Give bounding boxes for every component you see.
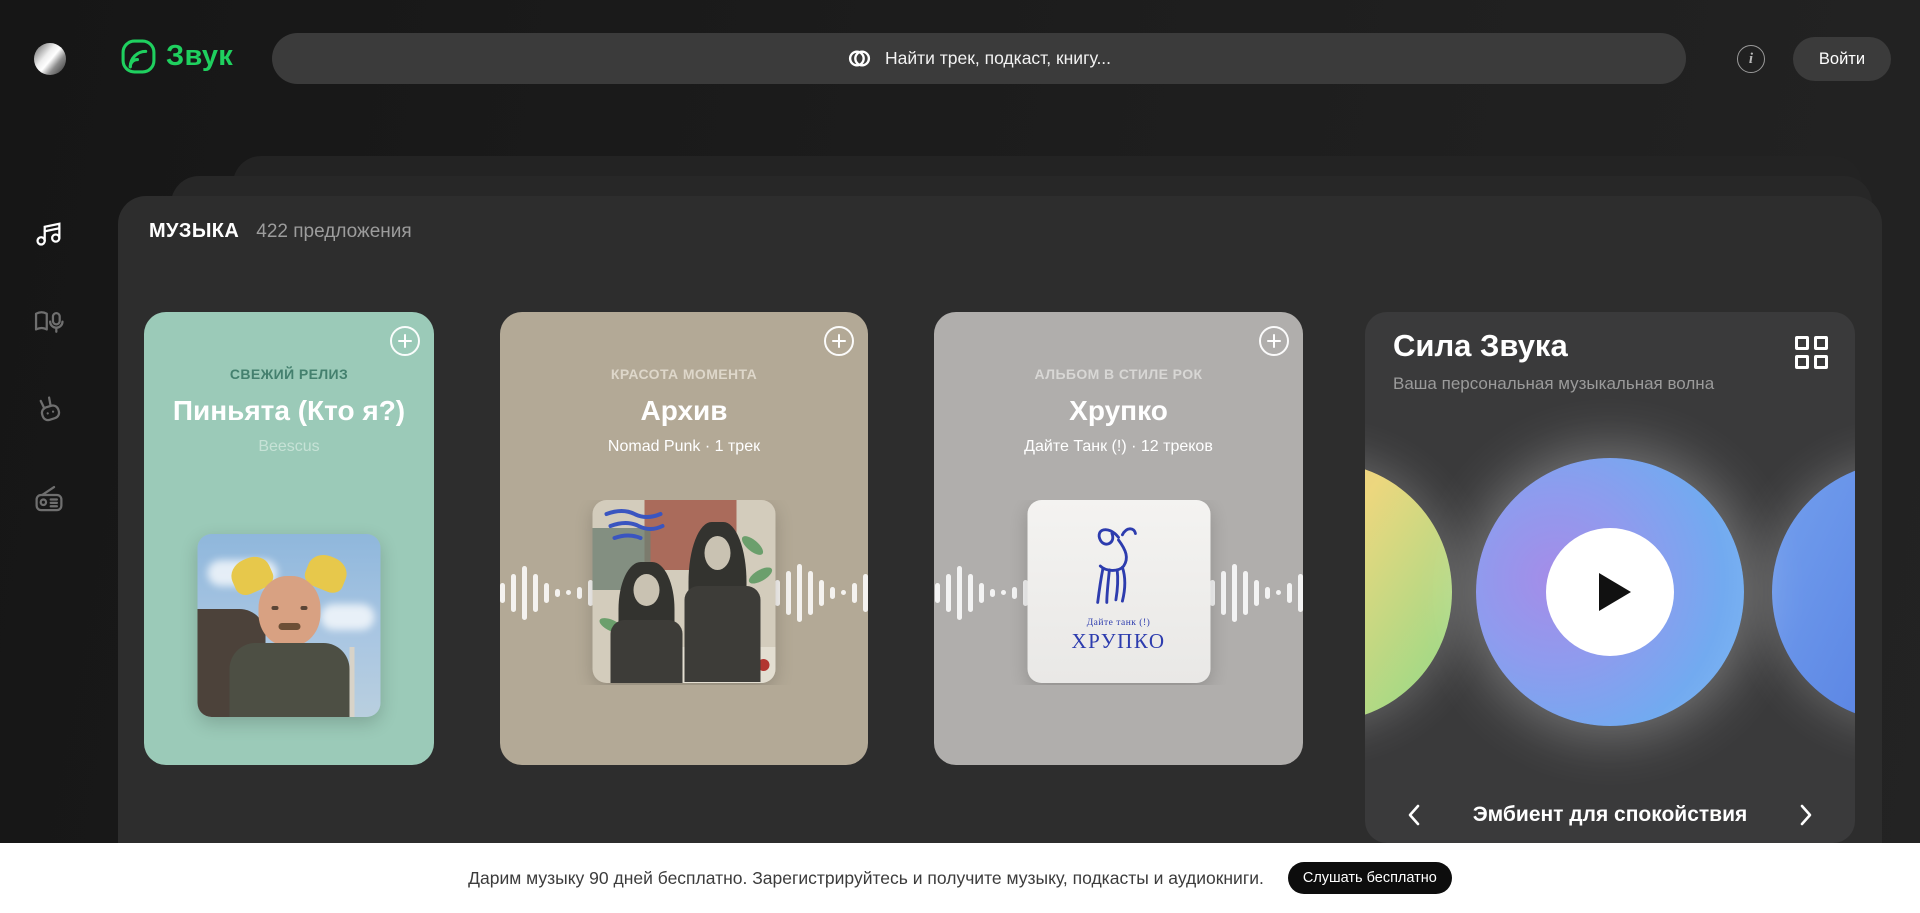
add-to-collection-button[interactable] — [1259, 326, 1289, 356]
theme-sphere-icon[interactable] — [34, 43, 66, 75]
listen-free-button[interactable]: Слушать бесплатно — [1288, 862, 1452, 894]
cloud-shape — [321, 604, 375, 630]
book-microphone-icon — [31, 303, 67, 339]
zvuk-logo-text: Звук — [166, 40, 233, 73]
music-panel: МУЗЫКА 422 предложения СВЕЖИЙ РЕЛИЗ Пинь… — [118, 196, 1882, 843]
card-title: Хрупко — [1041, 395, 1196, 427]
sidebar-item-podcasts-books[interactable] — [31, 303, 67, 339]
wave-carousel-controls: Эмбиент для спокойствия — [1365, 791, 1855, 839]
sidebar-item-music[interactable] — [31, 215, 67, 251]
bunny-icon — [31, 392, 67, 428]
section-count: 422 предложения — [256, 221, 411, 243]
album-art-hrupko: Дайте танк (!) ХРУПКО — [1027, 500, 1210, 683]
torso-shape — [229, 643, 349, 717]
card-subtitle: Beescus — [258, 438, 319, 456]
graffiti-shape — [601, 506, 667, 550]
album-art-zone — [144, 534, 434, 719]
top-bar: Звук Найти трек, подкаст, книгу... i Вой… — [0, 0, 1920, 117]
zvuk-logo-icon — [120, 38, 157, 75]
sidebar-item-kids[interactable] — [31, 392, 67, 428]
album-art-zone — [500, 500, 868, 685]
search-placeholder: Найти трек, подкаст, книгу... — [885, 48, 1111, 69]
album-art-arhiv — [593, 500, 776, 683]
album-art-pinata — [198, 534, 381, 717]
card-title: Архив — [613, 395, 756, 427]
grid-icon[interactable] — [1795, 336, 1828, 369]
sidebar-item-radio[interactable] — [31, 482, 67, 518]
card-tag: АЛЬБОМ В СТИЛЕ РОК — [1035, 366, 1203, 382]
art-title-text: ХРУПКО — [1071, 629, 1165, 654]
search-input[interactable]: Найти трек, подкаст, книгу... — [272, 33, 1686, 84]
chevron-right-icon[interactable] — [1791, 801, 1819, 829]
add-to-collection-button[interactable] — [390, 326, 420, 356]
section-title: МУЗЫКА — [149, 220, 239, 243]
play-button[interactable] — [1546, 528, 1674, 656]
card-title: Пиньята (Кто я?) — [145, 395, 433, 427]
wave-playlist-label: Эмбиент для спокойствия — [1473, 803, 1748, 827]
info-icon[interactable]: i — [1737, 45, 1765, 73]
card-tag: КРАСОТА МОМЕНТА — [611, 366, 757, 382]
pole-shape — [350, 647, 355, 717]
face-shape — [258, 576, 320, 646]
play-icon — [1599, 573, 1631, 611]
promo-card-rock-album[interactable]: АЛЬБОМ В СТИЛЕ РОК Хрупко Дайте Танк (!)… — [934, 312, 1303, 765]
card-tag: СВЕЖИЙ РЕЛИЗ — [230, 366, 348, 382]
glass-deer-figure — [1080, 500, 1158, 618]
promo-banner: Дарим музыку 90 дней бесплатно. Зарегист… — [0, 843, 1920, 913]
promo-card-fresh-release[interactable]: СВЕЖИЙ РЕЛИЗ Пиньята (Кто я?) Beescus — [144, 312, 434, 765]
promo-card-moment-beauty[interactable]: КРАСОТА МОМЕНТА Архив Nomad Punk · 1 тре… — [500, 312, 868, 765]
add-to-collection-button[interactable] — [824, 326, 854, 356]
art-artist-text: Дайте танк (!) — [1087, 618, 1151, 628]
card-subtitle: Nomad Punk · 1 трек — [608, 438, 760, 456]
album-art-zone: Дайте танк (!) ХРУПКО — [934, 500, 1303, 685]
section-header: МУЗЫКА 422 предложения — [149, 220, 412, 243]
wave-orb-previous[interactable] — [1365, 462, 1452, 722]
zvuk-logo[interactable]: Звук — [120, 38, 233, 75]
banner-text: Дарим музыку 90 дней бесплатно. Зарегист… — [468, 868, 1264, 889]
wave-card-title: Сила Звука — [1393, 328, 1568, 364]
wave-orb-next[interactable] — [1772, 462, 1855, 722]
search-icon — [847, 46, 872, 71]
music-notes-icon — [31, 215, 67, 251]
login-button[interactable]: Войти — [1793, 37, 1891, 81]
sound-wave-card[interactable]: Сила Звука Ваша персональная музыкальная… — [1365, 312, 1855, 843]
chevron-left-icon[interactable] — [1401, 801, 1429, 829]
radio-icon — [31, 482, 67, 518]
wave-card-subtitle: Ваша персональная музыкальная волна — [1393, 374, 1714, 394]
card-subtitle: Дайте Танк (!) · 12 треков — [1024, 438, 1213, 456]
